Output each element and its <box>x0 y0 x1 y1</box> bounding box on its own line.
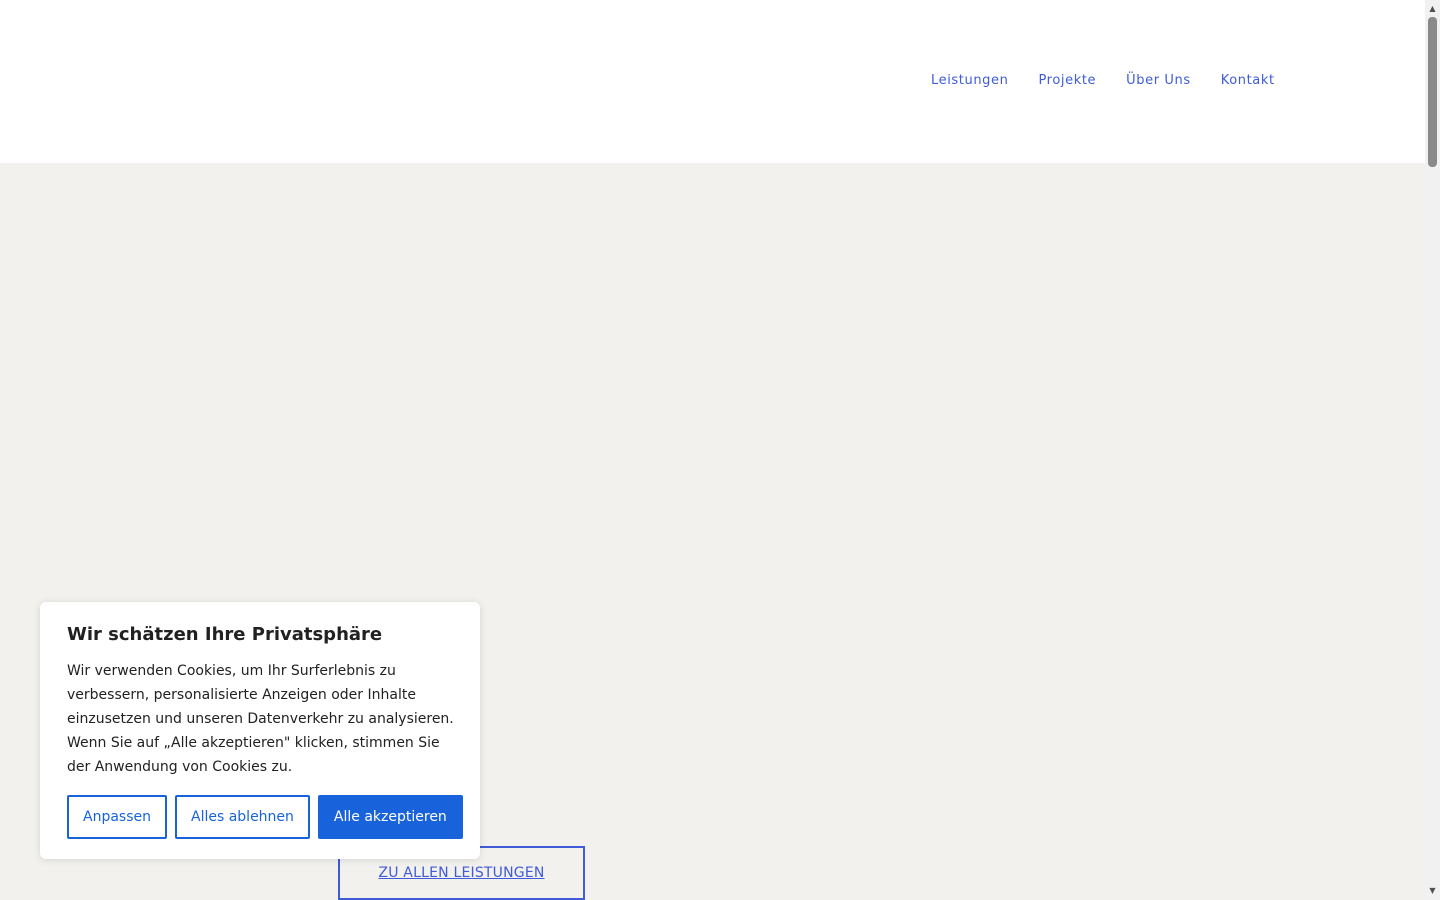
cookie-consent-banner: Wir schätzen Ihre Privatsphäre Wir verwe… <box>40 602 480 859</box>
accept-all-button[interactable]: Alle akzeptieren <box>317 795 463 839</box>
main-nav: Leistungen Projekte Über Uns Kontakt <box>931 72 1275 89</box>
nav-link-leistungen[interactable]: Leistungen <box>931 72 1008 89</box>
cookie-title: Wir schätzen Ihre Privatsphäre <box>67 624 383 645</box>
site-header: Leistungen Projekte Über Uns Kontakt <box>0 0 1425 163</box>
nav-link-projekte[interactable]: Projekte <box>1038 72 1096 89</box>
scroll-up-arrow-icon[interactable]: ▲ <box>1425 2 1440 16</box>
cookie-buttons: Anpassen Alles ablehnen Alle akzeptieren <box>67 795 463 839</box>
scroll-down-arrow-icon[interactable]: ▼ <box>1425 884 1440 898</box>
reject-all-button[interactable]: Alles ablehnen <box>175 795 310 839</box>
customize-button[interactable]: Anpassen <box>67 795 167 839</box>
nav-link-ueber-uns[interactable]: Über Uns <box>1126 72 1191 89</box>
nav-link-kontakt[interactable]: Kontakt <box>1221 72 1275 89</box>
cookie-description: Wir verwenden Cookies, um Ihr Surferlebn… <box>67 663 454 775</box>
page: Leistungen Projekte Über Uns Kontakt ZU … <box>0 0 1425 900</box>
vertical-scrollbar[interactable]: ▲ ▼ <box>1425 0 1440 900</box>
scrollbar-thumb[interactable] <box>1428 17 1437 167</box>
